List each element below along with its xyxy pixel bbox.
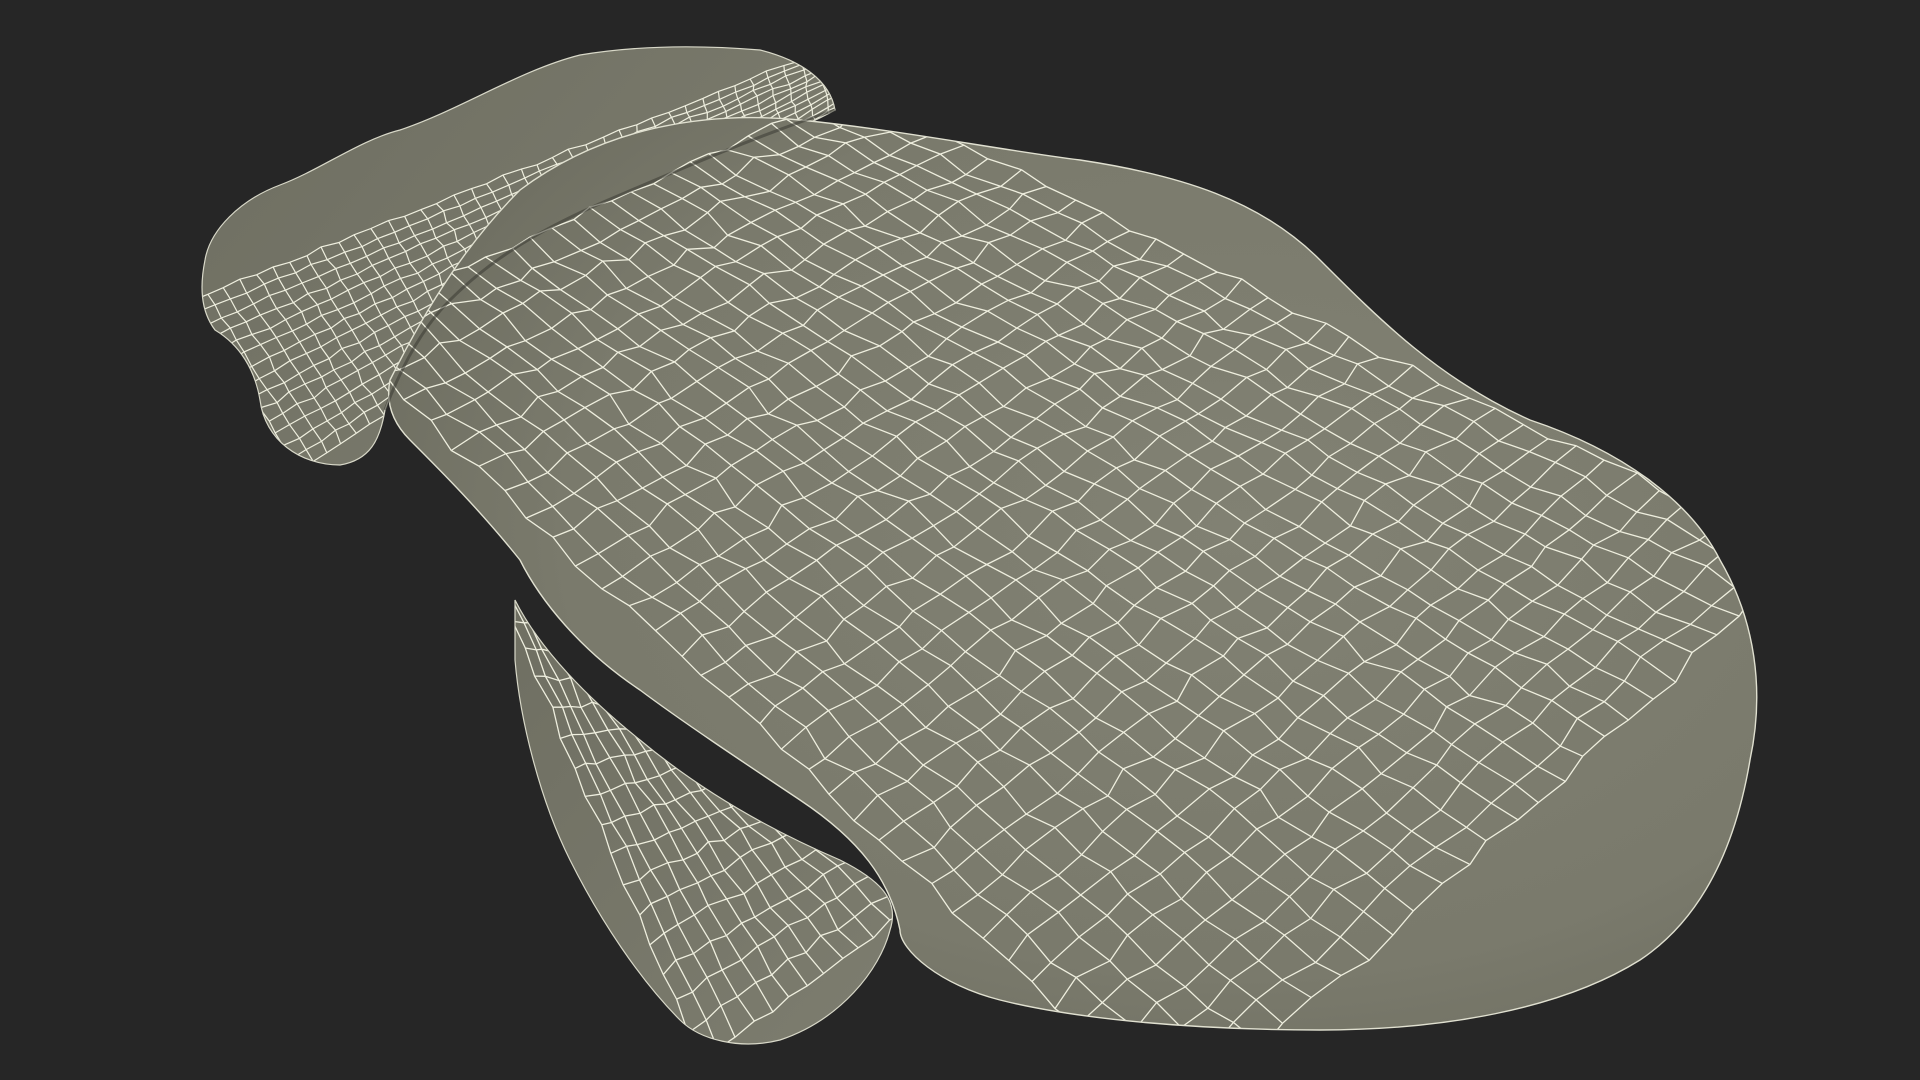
hand-body-mesh bbox=[387, 116, 1758, 1031]
mitten-render bbox=[201, 39, 1758, 1045]
render-viewport bbox=[0, 0, 1920, 1080]
mesh-edge-ring bbox=[850, 39, 861, 110]
